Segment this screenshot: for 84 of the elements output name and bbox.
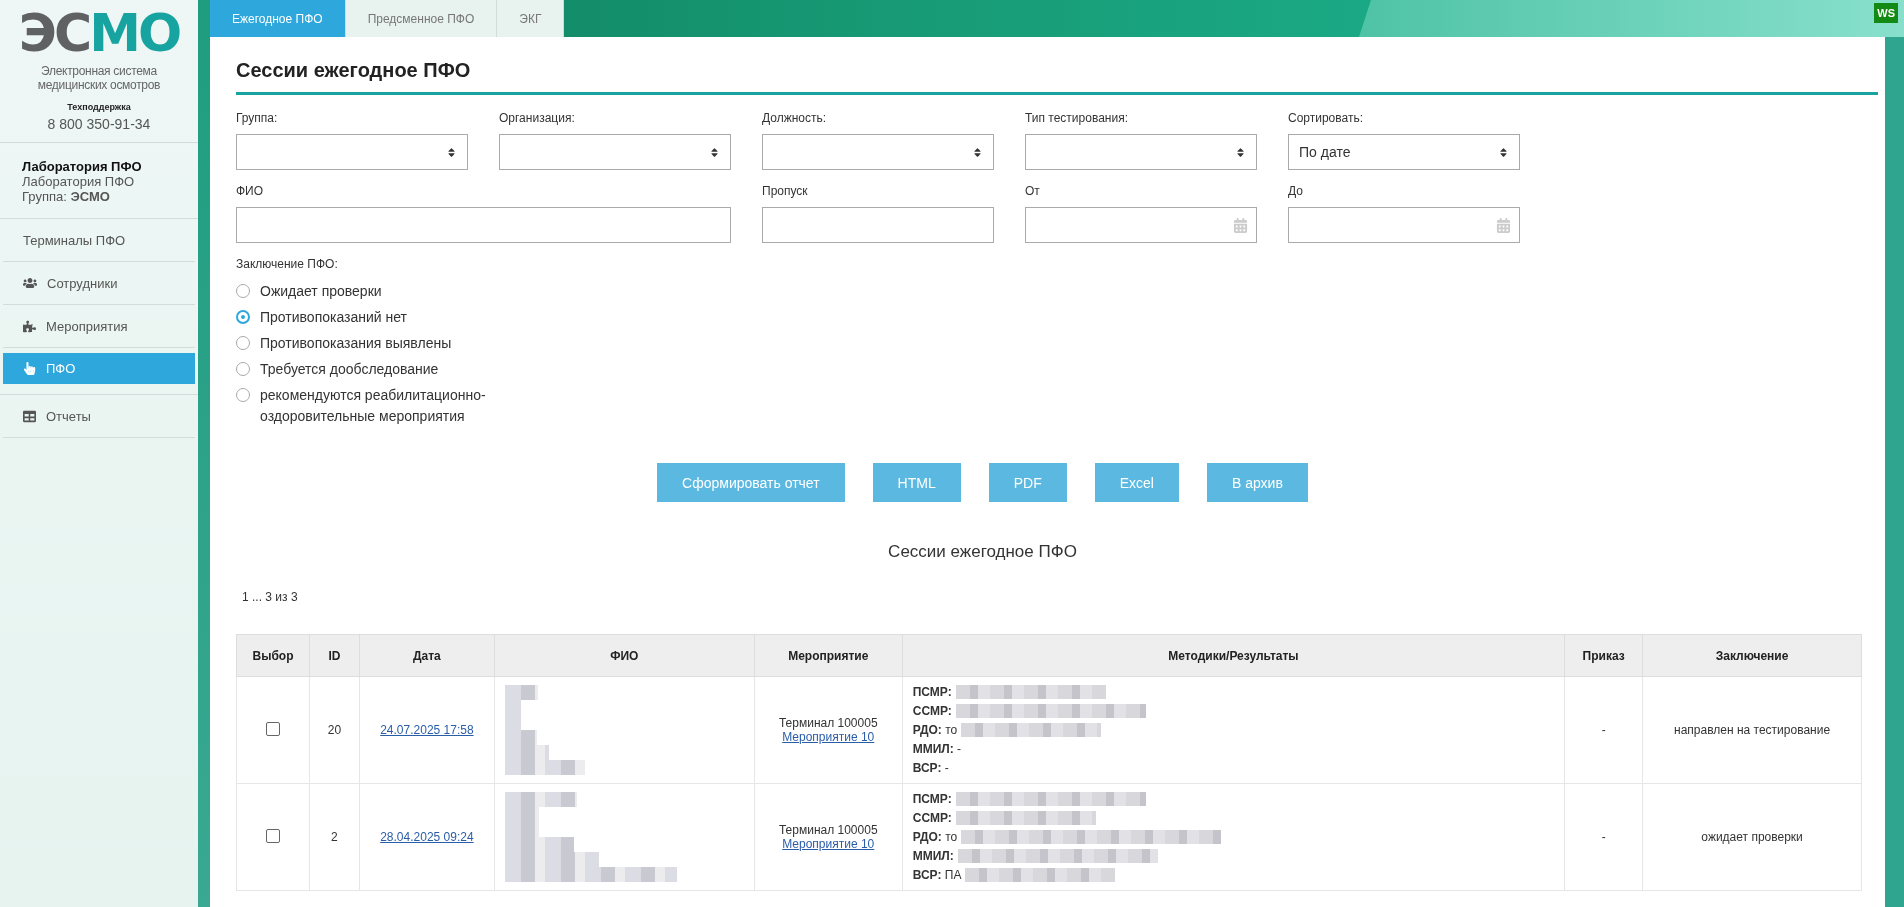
field-label: Тип тестирования: — [1025, 111, 1129, 125]
event-link[interactable]: Мероприятие 10 — [782, 730, 875, 744]
date-field[interactable] — [1025, 207, 1257, 243]
field-label: Пропуск — [762, 184, 809, 198]
field-label: Группа: — [236, 111, 279, 125]
row-checkbox[interactable] — [265, 828, 280, 843]
select-field[interactable] — [499, 134, 731, 170]
event-link[interactable]: Мероприятие 10 — [782, 837, 875, 851]
tab[interactable]: ЭКГ — [497, 0, 565, 37]
text-field[interactable] — [236, 207, 731, 243]
terminal-text: Терминал 100005 — [777, 716, 879, 730]
select-field[interactable] — [236, 134, 468, 170]
table-cell: - — [1564, 676, 1643, 784]
user-badge[interactable]: WS — [1874, 3, 1898, 23]
logo: ЭСМО Электронная система медицинских осмотров — [18, 6, 180, 92]
sort-arrows-icon — [972, 146, 983, 158]
column-header: Заключение — [1642, 634, 1862, 677]
table-cell: 2 — [309, 783, 360, 891]
radio-label[interactable]: Ожидает проверки — [260, 281, 520, 302]
sort-arrows-icon — [1498, 146, 1509, 158]
date-field[interactable] — [1288, 207, 1520, 243]
field-label: Должность: — [762, 111, 828, 125]
radio-label[interactable]: рекомендуются реабилитационно-оздоровительные мероприятия — [260, 385, 520, 427]
table-icon — [23, 409, 36, 423]
column-header: Дата — [359, 634, 495, 677]
method-result: РДО: то — [912, 830, 958, 844]
column-header: Приказ — [1564, 634, 1643, 677]
calendar-icon — [1496, 217, 1511, 233]
select-field[interactable] — [1025, 134, 1257, 170]
method-result: ССМР: — [912, 811, 952, 825]
method-result: ПСМР: — [912, 685, 952, 699]
method-result: ВСР: - — [912, 761, 949, 775]
organization-name: Лаборатория ПФО — [22, 174, 136, 189]
sort-arrows-icon — [1235, 146, 1246, 158]
sidebar-item[interactable]: Терминалы ПФО — [3, 219, 195, 262]
method-result: ММИЛ: - — [912, 742, 962, 756]
sidebar-item[interactable]: Мероприятия — [3, 305, 195, 348]
page-title: Сессии ежегодное ПФО — [236, 59, 1878, 95]
column-header: ФИО — [494, 634, 755, 677]
field-label: От — [1025, 184, 1041, 198]
conclusion-label: Заключение ПФО: — [236, 257, 339, 271]
method-result: ММИЛ: — [912, 849, 954, 863]
radio-button[interactable] — [236, 310, 250, 324]
group-text: Группа: ЭСМО — [22, 189, 111, 204]
column-header: Методики/Результаты — [902, 634, 1565, 677]
terminal-text: Терминал 100005 — [777, 823, 879, 837]
support-label: Техподдержка — [67, 102, 131, 112]
phone-number: 8 800 350-91-34 — [47, 116, 151, 132]
radio-label[interactable]: Противопоказаний нет — [260, 307, 520, 328]
table-title: Сессии ежегодное ПФО — [887, 542, 1078, 562]
pagination-text: 1 ... 3 из 3 — [241, 590, 299, 604]
sort-arrows-icon — [446, 146, 457, 158]
field-label: Организация: — [499, 111, 576, 125]
method-result: ССМР: — [912, 704, 952, 718]
row-checkbox[interactable] — [265, 721, 280, 736]
method-result: ВСР: ПА — [912, 868, 962, 882]
table-cell: - — [1564, 783, 1643, 891]
date-link[interactable]: 24.07.2025 17:58 — [380, 723, 474, 737]
radio-label[interactable]: Противопоказания выявлены — [260, 333, 520, 354]
table-cell: 20 — [309, 676, 360, 784]
puzzle-icon — [23, 319, 36, 333]
pointer-hand-icon — [23, 362, 36, 375]
table-cell: направлен на тестирование — [1642, 676, 1862, 784]
sidebar-item[interactable]: Отчеты — [3, 395, 195, 438]
column-header: Выбор — [236, 634, 310, 677]
radio-label[interactable]: Требуется дообследование — [260, 359, 520, 380]
column-header: Мероприятие — [754, 634, 903, 677]
select-field[interactable] — [762, 134, 994, 170]
column-header: ID — [309, 634, 360, 677]
text-field[interactable] — [762, 207, 994, 243]
user-name: Лаборатория ПФО — [22, 159, 143, 174]
date-link[interactable]: 28.04.2025 09:24 — [380, 830, 474, 844]
tab[interactable]: Предсменное ПФО — [345, 0, 498, 37]
calendar-icon — [1233, 217, 1248, 233]
method-result: ПСМР: — [912, 792, 952, 806]
table-cell: ожидает проверки — [1642, 783, 1862, 891]
sort-arrows-icon — [709, 146, 720, 158]
field-label: ФИО — [236, 184, 265, 198]
method-result: РДО: то — [912, 723, 958, 737]
select-field[interactable]: По дате — [1288, 134, 1520, 170]
field-label: До — [1288, 184, 1304, 198]
sidebar-item[interactable]: Сотрудники — [3, 262, 195, 305]
users-icon — [23, 276, 37, 290]
field-label: Сортировать: — [1288, 111, 1365, 125]
